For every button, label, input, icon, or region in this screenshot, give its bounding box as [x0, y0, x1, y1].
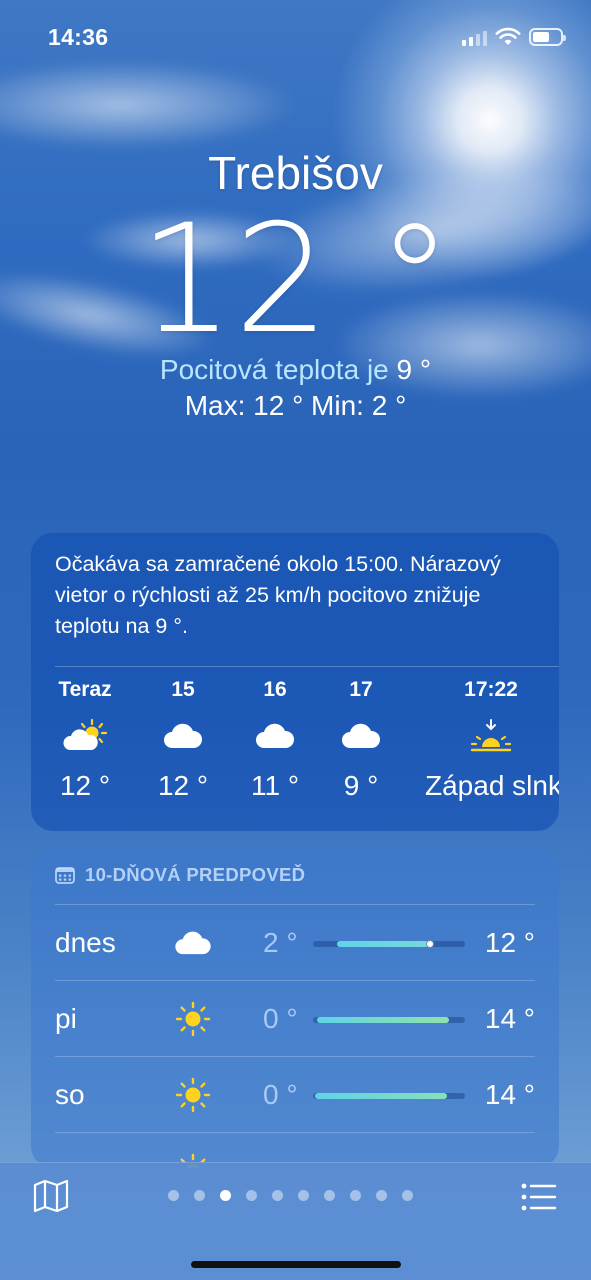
ten-day-forecast-card[interactable]: 10-DŇOVÁ PREDPOVEĎ dnes 2 ° 12 ° pi 0 ° [31, 848, 559, 1168]
forecast-row-today[interactable]: dnes 2 ° 12 ° [55, 904, 535, 980]
wifi-icon [495, 27, 521, 45]
battery-icon [529, 28, 566, 46]
current-temp-marker [426, 940, 434, 948]
page-dot[interactable] [168, 1190, 179, 1201]
status-time: 14:36 [48, 24, 109, 50]
status-bar: 14:36 [0, 0, 591, 70]
hour-label: 16 [263, 678, 287, 701]
sunset-icon [423, 716, 559, 756]
city-list-button[interactable] [521, 1183, 557, 1211]
cloud-wisp [0, 60, 300, 150]
hour-temp: 9 ° [343, 770, 379, 801]
sun-icon [173, 1075, 213, 1115]
page-dot[interactable] [350, 1190, 361, 1201]
hour-temp: 12 ° [59, 770, 111, 801]
page-dot-active[interactable] [220, 1190, 231, 1201]
cellular-signal-icon [462, 28, 487, 46]
forecast-row[interactable]: pi 0 ° 14 ° [55, 980, 535, 1056]
forecast-high: 14 ° [484, 1003, 535, 1034]
page-dot[interactable] [402, 1190, 413, 1201]
bottom-toolbar [0, 1162, 591, 1280]
forecast-day: so [55, 1079, 85, 1110]
status-icons [462, 27, 566, 47]
forecast-title: 10-DŇOVÁ PREDPOVEĎ [85, 864, 306, 885]
partly-cloudy-icon [43, 716, 127, 756]
hour-label: Teraz [58, 678, 112, 701]
page-dot[interactable] [324, 1190, 335, 1201]
hour-label: 17 [349, 678, 373, 701]
hour-item-sunset: 17:22 Západ slnka [423, 678, 559, 802]
city-name: Trebišov [208, 147, 383, 199]
hour-item: 15 12 ° [141, 678, 225, 802]
map-icon [33, 1179, 69, 1213]
hourly-summary: Očakáva sa zamračené okolo 15:00. Nárazo… [55, 552, 501, 638]
home-indicator[interactable] [191, 1261, 401, 1268]
feels-like-label: Pocitová teplota je [159, 354, 389, 385]
forecast-header: 10-DŇOVÁ PREDPOVEĎ [55, 864, 305, 886]
hour-label: 17:22 [464, 678, 518, 701]
feels-like-value: 9 ° [396, 354, 432, 385]
max-min-temperature: Max: 12 ° Min: 2 ° [184, 390, 407, 421]
hour-temp: 12 ° [157, 770, 209, 801]
page-indicator[interactable] [168, 1190, 413, 1201]
hour-item: 16 11 ° [233, 678, 317, 802]
forecast-day: dnes [55, 927, 116, 958]
forecast-row[interactable]: so 0 ° 14 ° [55, 1056, 535, 1132]
hour-item: 17 9 ° [319, 678, 403, 802]
forecast-low: 2 ° [263, 927, 298, 958]
sun-icon [173, 999, 213, 1039]
feels-like: Pocitová teplota je 9 ° [0, 354, 591, 386]
page-dot[interactable] [194, 1190, 205, 1201]
cloud-icon [173, 923, 213, 963]
page-dot[interactable] [272, 1190, 283, 1201]
hour-item-now: Teraz 12 ° [43, 678, 127, 802]
sunset-label: Západ slnka [425, 770, 559, 801]
divider [55, 666, 559, 667]
temperature-range-bar [313, 940, 465, 948]
forecast-low: 0 ° [263, 1003, 298, 1034]
temperature-range-bar [313, 1093, 465, 1099]
page-dot[interactable] [246, 1190, 257, 1201]
temperature-range-bar [313, 1017, 465, 1023]
forecast-high: 12 ° [484, 927, 535, 958]
hour-label: 15 [171, 678, 195, 701]
list-icon [521, 1183, 557, 1211]
page-dot[interactable] [298, 1190, 309, 1201]
page-dot[interactable] [376, 1190, 387, 1201]
current-temperature: 12 ° [138, 193, 453, 367]
cloud-icon [319, 716, 403, 756]
cloud-icon [233, 716, 317, 756]
map-button[interactable] [32, 1179, 70, 1213]
hour-temp: 11 ° [250, 770, 300, 801]
forecast-day: pi [55, 1003, 77, 1034]
forecast-high: 14 ° [484, 1079, 535, 1110]
forecast-low: 0 ° [263, 1079, 298, 1110]
cloud-icon [141, 716, 225, 756]
hourly-forecast-card[interactable]: Očakáva sa zamračené okolo 15:00. Nárazo… [31, 533, 559, 831]
calendar-icon [55, 867, 75, 884]
